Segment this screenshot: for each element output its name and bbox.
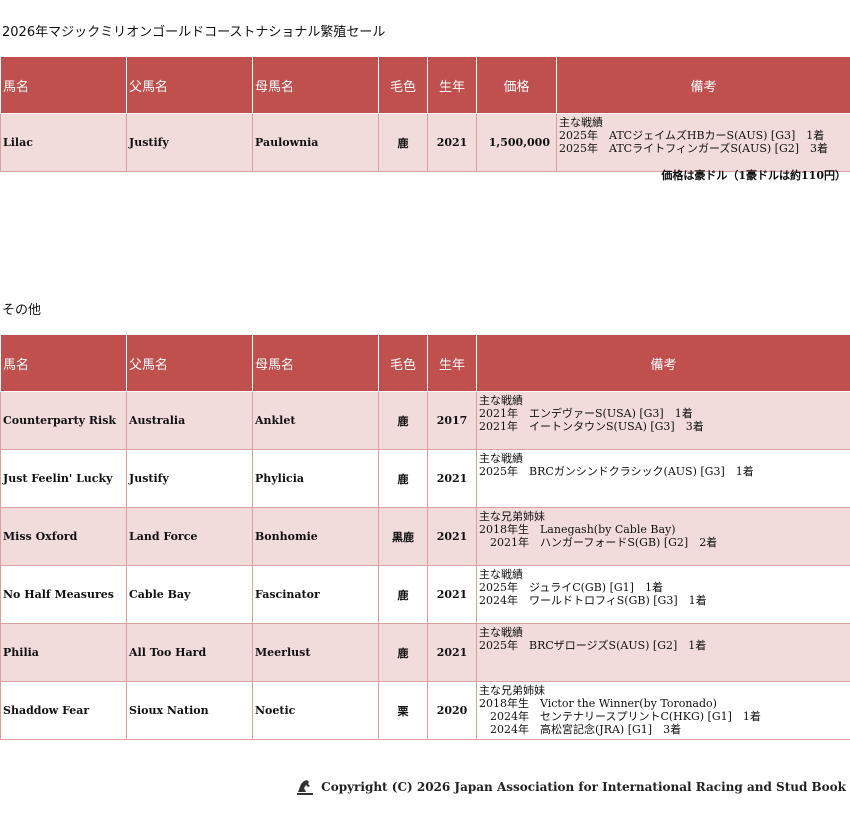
notes: 主な戦績 2021年 エンデヴァーS(USA) [G3] 1着 2021年 イー… bbox=[476, 391, 850, 450]
table-row: Shaddow Fear Sioux Nation Noetic 栗 2020 … bbox=[0, 681, 850, 740]
dam-name: Fascinator bbox=[252, 565, 379, 624]
birth-year: 2021 bbox=[427, 113, 477, 172]
sire-name: Australia bbox=[126, 391, 253, 450]
dam-name: Paulownia bbox=[252, 113, 379, 172]
notes: 主な兄弟姉妹 2018年生 Victor the Winner(by Toron… bbox=[476, 681, 850, 740]
other-section-title: その他 bbox=[2, 303, 42, 318]
coat-color: 鹿 bbox=[378, 449, 428, 508]
dam-name: Phylicia bbox=[252, 449, 379, 508]
horse-name: Counterparty Risk bbox=[0, 391, 127, 450]
header-year: 生年 bbox=[427, 56, 477, 114]
birth-year: 2021 bbox=[427, 623, 477, 682]
table-row: Philia All Too Hard Meerlust 鹿 2021 主な戦績… bbox=[0, 623, 850, 682]
price: 1,500,000 bbox=[476, 113, 557, 172]
coat-color: 黒鹿 bbox=[378, 507, 428, 566]
main-sale-table: 馬名 父馬名 母馬名 毛色 生年 価格 備考 Lilac Justify Pau… bbox=[0, 56, 850, 172]
header-color: 毛色 bbox=[378, 56, 428, 114]
header-color: 毛色 bbox=[378, 334, 428, 392]
footer: Copyright (C) 2026 Japan Association for… bbox=[295, 776, 846, 798]
header-notes: 備考 bbox=[476, 334, 850, 392]
birth-year: 2017 bbox=[427, 391, 477, 450]
dam-name: Noetic bbox=[252, 681, 379, 740]
notes: 主な戦績 2025年 BRCザロージズS(AUS) [G2] 1着 bbox=[476, 623, 850, 682]
sire-name: Justify bbox=[126, 449, 253, 508]
header-year: 生年 bbox=[427, 334, 477, 392]
notes: 主な兄弟姉妹 2018年生 Lanegash(by Cable Bay) 202… bbox=[476, 507, 850, 566]
page-title: 2026年マジックミリオンゴールドコーストナショナル繁殖セール bbox=[2, 25, 386, 40]
horse-name: No Half Measures bbox=[0, 565, 127, 624]
copyright-text: Copyright (C) 2026 Japan Association for… bbox=[321, 780, 846, 794]
notes: 主な戦績 2025年 ジュライC(GB) [G1] 1着 2024年 ワールドト… bbox=[476, 565, 850, 624]
sire-name: Justify bbox=[126, 113, 253, 172]
table-row: Lilac Justify Paulownia 鹿 2021 1,500,000… bbox=[0, 113, 850, 172]
price-note: 価格は豪ドル（1豪ドルは約110円） bbox=[661, 169, 846, 182]
header-notes: 備考 bbox=[556, 56, 850, 114]
notes: 主な戦績 2025年 BRCガンシンドクラシック(AUS) [G3] 1着 bbox=[476, 449, 850, 508]
header-dam: 母馬名 bbox=[252, 56, 379, 114]
horse-name: Shaddow Fear bbox=[0, 681, 127, 740]
coat-color: 鹿 bbox=[378, 623, 428, 682]
header-sire: 父馬名 bbox=[126, 334, 253, 392]
other-sale-table: 馬名 父馬名 母馬名 毛色 生年 備考 Counterparty Risk Au… bbox=[0, 334, 850, 740]
birth-year: 2021 bbox=[427, 507, 477, 566]
header-dam: 母馬名 bbox=[252, 334, 379, 392]
horse-name: Lilac bbox=[0, 113, 127, 172]
table-row: Just Feelin' Lucky Justify Phylicia 鹿 20… bbox=[0, 449, 850, 508]
birth-year: 2020 bbox=[427, 681, 477, 740]
header-price: 価格 bbox=[476, 56, 557, 114]
header-sire: 父馬名 bbox=[126, 56, 253, 114]
header-horse-name: 馬名 bbox=[0, 334, 127, 392]
table-row: Miss Oxford Land Force Bonhomie 黒鹿 2021 … bbox=[0, 507, 850, 566]
sire-name: All Too Hard bbox=[126, 623, 253, 682]
horse-name: Miss Oxford bbox=[0, 507, 127, 566]
dam-name: Bonhomie bbox=[252, 507, 379, 566]
sire-name: Cable Bay bbox=[126, 565, 253, 624]
coat-color: 鹿 bbox=[378, 113, 428, 172]
birth-year: 2021 bbox=[427, 449, 477, 508]
dam-name: Anklet bbox=[252, 391, 379, 450]
coat-color: 鹿 bbox=[378, 391, 428, 450]
coat-color: 鹿 bbox=[378, 565, 428, 624]
jairs-horse-logo-icon bbox=[297, 780, 314, 795]
sire-name: Land Force bbox=[126, 507, 253, 566]
table-header-row: 馬名 父馬名 母馬名 毛色 生年 価格 備考 bbox=[0, 56, 850, 114]
table-row: Counterparty Risk Australia Anklet 鹿 201… bbox=[0, 391, 850, 450]
notes: 主な戦績 2025年 ATCジェイムズHBカーS(AUS) [G3] 1着 20… bbox=[556, 113, 850, 172]
horse-name: Just Feelin' Lucky bbox=[0, 449, 127, 508]
sire-name: Sioux Nation bbox=[126, 681, 253, 740]
dam-name: Meerlust bbox=[252, 623, 379, 682]
horse-name: Philia bbox=[0, 623, 127, 682]
birth-year: 2021 bbox=[427, 565, 477, 624]
table-header-row: 馬名 父馬名 母馬名 毛色 生年 備考 bbox=[0, 334, 850, 392]
coat-color: 栗 bbox=[378, 681, 428, 740]
table-row: No Half Measures Cable Bay Fascinator 鹿 … bbox=[0, 565, 850, 624]
header-horse-name: 馬名 bbox=[0, 56, 127, 114]
